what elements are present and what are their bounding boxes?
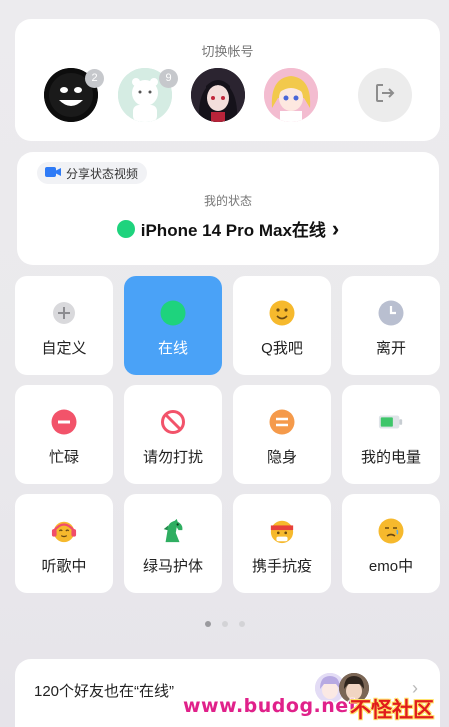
page-dot-2[interactable]: [221, 621, 228, 627]
share-status-video-label: 分享状态视频: [66, 166, 139, 181]
status-option-listening[interactable]: 听歌中: [15, 494, 113, 593]
no-entry-icon: [160, 409, 186, 435]
chevron-right-icon: ›: [331, 215, 340, 241]
status-option-label: 隐身: [266, 449, 297, 466]
page-dot-3[interactable]: [238, 621, 245, 627]
status-option-label: 我的电量: [360, 449, 421, 466]
minus-icon: [51, 409, 77, 435]
current-status[interactable]: iPhone 14 Pro Max在线 ›: [17, 216, 439, 241]
status-option-label: 绿马护体: [142, 558, 203, 575]
account-badge-2: 9: [159, 69, 178, 88]
status-option-label: emo中: [368, 558, 414, 575]
account-avatar-4[interactable]: [264, 68, 318, 122]
green-horse-icon: [160, 518, 186, 544]
page-dot-1[interactable]: [204, 621, 211, 627]
status-option-green-horse[interactable]: 绿马护体: [124, 494, 222, 593]
my-status-card[interactable]: 分享状态视频 我的状态 iPhone 14 Pro Max在线 ›: [17, 152, 439, 265]
account-avatar-3[interactable]: [191, 68, 245, 122]
status-option-fight-epidemic[interactable]: 携手抗疫: [233, 494, 331, 593]
logout-icon: [374, 82, 396, 109]
online-dot-icon: [160, 300, 186, 326]
status-option-busy[interactable]: 忙碌: [15, 385, 113, 484]
sad-face-icon: [378, 518, 404, 544]
status-option-label: 自定义: [41, 340, 87, 357]
equals-icon: [269, 409, 295, 435]
status-option-custom[interactable]: 自定义: [15, 276, 113, 375]
account-badge-1: 2: [85, 69, 104, 88]
status-option-label: 听歌中: [41, 558, 87, 575]
page-indicator: [0, 621, 449, 627]
current-status-text: iPhone 14 Pro Max在线: [140, 221, 326, 240]
plus-icon: [51, 300, 77, 326]
status-option-emo[interactable]: emo中: [342, 494, 440, 593]
status-option-online[interactable]: 在线: [124, 276, 222, 375]
clock-icon: [378, 300, 404, 326]
status-option-dnd[interactable]: 请勿打扰: [124, 385, 222, 484]
account-switch-card: 切换帐号 2 9: [15, 19, 440, 141]
online-dot-icon: [116, 219, 135, 238]
status-option-label: 在线: [157, 340, 188, 357]
video-camera-icon: [45, 166, 61, 181]
status-option-label: 携手抗疫: [251, 558, 312, 575]
share-status-video-button[interactable]: 分享状态视频: [37, 162, 148, 184]
status-option-invisible[interactable]: 隐身: [233, 385, 331, 484]
status-option-label: Q我吧: [261, 340, 303, 357]
watermark-url: www.budog.net: [183, 695, 359, 717]
account-switch-title: 切换帐号: [201, 44, 254, 59]
status-option-label: 忙碌: [48, 449, 79, 466]
friends-online-text: 120个好友也在“在线”: [34, 683, 175, 700]
watermark-site: 不怪社区: [350, 699, 434, 722]
status-option-label: 请勿打扰: [142, 449, 203, 466]
logout-button[interactable]: [358, 68, 412, 122]
smile-icon: [269, 300, 295, 326]
headphones-face-icon: [51, 518, 77, 544]
status-option-label: 离开: [375, 340, 406, 357]
my-status-label: 我的状态: [203, 194, 252, 208]
status-option-q-me[interactable]: Q我吧: [233, 276, 331, 375]
battery-icon: [378, 409, 404, 435]
headband-face-icon: [269, 518, 295, 544]
status-option-battery[interactable]: 我的电量: [342, 385, 440, 484]
status-option-away[interactable]: 离开: [342, 276, 440, 375]
